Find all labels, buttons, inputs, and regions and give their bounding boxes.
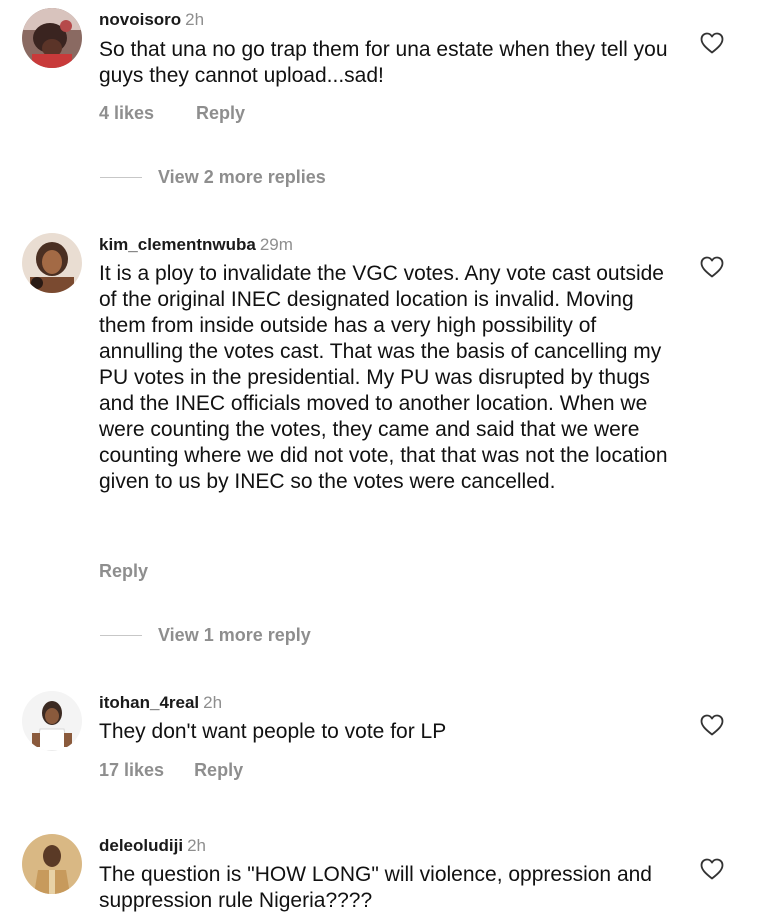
comment-meta: itohan_4real 2h [99, 693, 222, 713]
comment-actions: 4 likes Reply [99, 103, 245, 124]
comment-meta: deleoludiji 2h [99, 836, 206, 856]
divider-line [100, 177, 142, 178]
username[interactable]: deleoludiji [99, 836, 183, 855]
heart-outline-icon[interactable] [700, 858, 724, 880]
reply-button[interactable]: Reply [196, 103, 245, 124]
reply-button[interactable]: Reply [99, 561, 148, 582]
view-more-label: View 1 more reply [158, 625, 311, 645]
heart-outline-icon[interactable] [700, 714, 724, 736]
timestamp: 29m [259, 235, 293, 254]
comment-text: They don't want people to vote for LP [99, 720, 447, 743]
avatar[interactable] [22, 233, 82, 293]
avatar-image [22, 233, 82, 293]
comment-actions: 17 likes Reply [99, 760, 243, 781]
avatar-image [22, 834, 82, 894]
reply-button[interactable]: Reply [194, 760, 243, 781]
view-more-replies[interactable]: View 1 more reply [100, 625, 311, 649]
comment-text: So that una no go trap them for una esta… [99, 38, 668, 87]
likes-count[interactable]: 17 likes [99, 760, 164, 781]
timestamp: 2h [203, 693, 223, 712]
view-more-replies[interactable]: View 2 more replies [100, 167, 326, 191]
avatar-image [22, 691, 82, 751]
avatar[interactable] [22, 834, 82, 894]
avatar[interactable] [22, 691, 82, 751]
username[interactable]: kim_clementnwuba [99, 235, 256, 254]
comment-meta: novoisoro 2h [99, 10, 204, 30]
username[interactable]: novoisoro [99, 10, 181, 29]
comment-actions: Reply [99, 561, 148, 582]
timestamp: 2h [187, 836, 206, 855]
avatar-image [22, 8, 82, 68]
likes-count[interactable]: 4 likes [99, 103, 154, 124]
avatar[interactable] [22, 8, 82, 68]
heart-outline-icon[interactable] [700, 32, 724, 54]
view-more-label: View 2 more replies [158, 167, 326, 187]
timestamp: 2h [185, 10, 205, 29]
heart-outline-icon[interactable] [700, 256, 724, 278]
username[interactable]: itohan_4real [99, 693, 199, 712]
divider-line [100, 635, 142, 636]
comment-text: The question is "HOW LONG" will violence… [99, 863, 652, 912]
comment-text: It is a ploy to invalidate the VGC votes… [99, 262, 668, 493]
comment-meta: kim_clementnwuba 29m [99, 235, 293, 255]
